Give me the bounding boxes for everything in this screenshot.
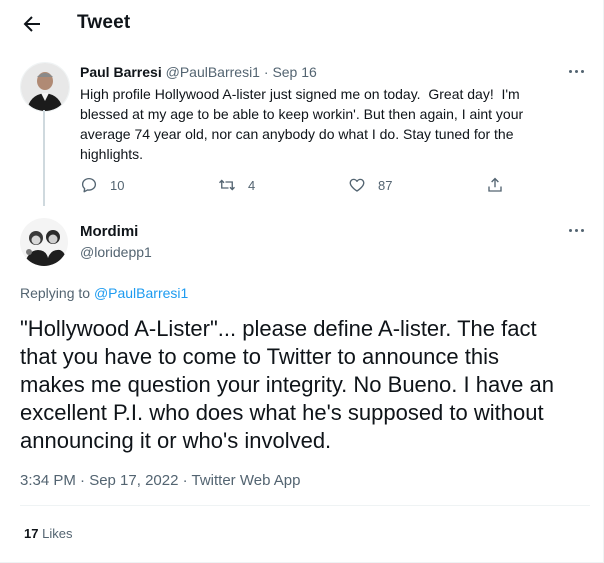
retweet-action[interactable]: 4 [218, 175, 255, 195]
reply-more-button[interactable] [565, 223, 589, 239]
like-count: 87 [378, 177, 393, 193]
replying-to-prefix: Replying to [20, 285, 91, 301]
share-icon [488, 177, 502, 192]
reply-action[interactable]: 10 [80, 175, 124, 195]
retweet-count: 4 [248, 177, 256, 193]
replying-to-line: Replying to @PaulBarresi1 [20, 285, 188, 301]
more-dot-icon [569, 70, 572, 73]
parent-tweet-text: High profile Hollywood A-lister just sig… [80, 86, 524, 162]
likes-label: Likes [42, 526, 73, 541]
page-title: Tweet [77, 12, 131, 33]
reply-icon [81, 177, 97, 193]
reply-author-handle[interactable]: @loridepp1 [80, 244, 152, 260]
divider [20, 505, 590, 506]
replying-to-link[interactable]: @PaulBarresi1 [94, 285, 188, 301]
more-dot-icon [575, 229, 578, 232]
reply-tweet-text: "Hollywood A-Lister"... please define A-… [20, 316, 554, 453]
reply-author-name[interactable]: Mordimi [80, 223, 138, 240]
group-photo-icon [20, 218, 68, 266]
like-action[interactable]: 87 [348, 175, 392, 195]
retweet-icon [219, 179, 235, 191]
reply-author-avatar[interactable] [20, 218, 68, 266]
parent-separator: · [263, 64, 269, 80]
parent-date[interactable]: Sep 16 [272, 64, 316, 80]
more-dot-icon [575, 70, 578, 73]
tweet-meta[interactable]: 3:34 PM · Sep 17, 2022 · Twitter Web App [20, 472, 300, 489]
parent-author-handle[interactable]: @PaulBarresi1 [166, 64, 260, 80]
more-dot-icon [581, 70, 584, 73]
arrow-left-icon [23, 16, 40, 32]
parent-more-button[interactable] [565, 64, 589, 80]
share-action[interactable] [486, 175, 516, 195]
parent-author-line: Paul Barresi @PaulBarresi1 · Sep 16 [80, 64, 317, 80]
more-dot-icon [569, 229, 572, 232]
heart-icon [349, 178, 365, 192]
thread-connector-line [43, 110, 45, 206]
likes-count: 17 [24, 526, 39, 541]
tweet-page: Tweet Paul Barresi @PaulBarresi1 · Sep 1… [0, 0, 604, 563]
parent-author-name[interactable]: Paul Barresi [80, 64, 162, 80]
person-photo-icon [21, 63, 69, 111]
parent-author-avatar[interactable] [20, 62, 70, 112]
back-button[interactable] [20, 12, 44, 36]
page-header: Tweet [0, 0, 604, 48]
more-dot-icon [581, 229, 584, 232]
reply-count: 10 [110, 177, 125, 193]
likes-stat[interactable]: 17 Likes [24, 526, 72, 541]
